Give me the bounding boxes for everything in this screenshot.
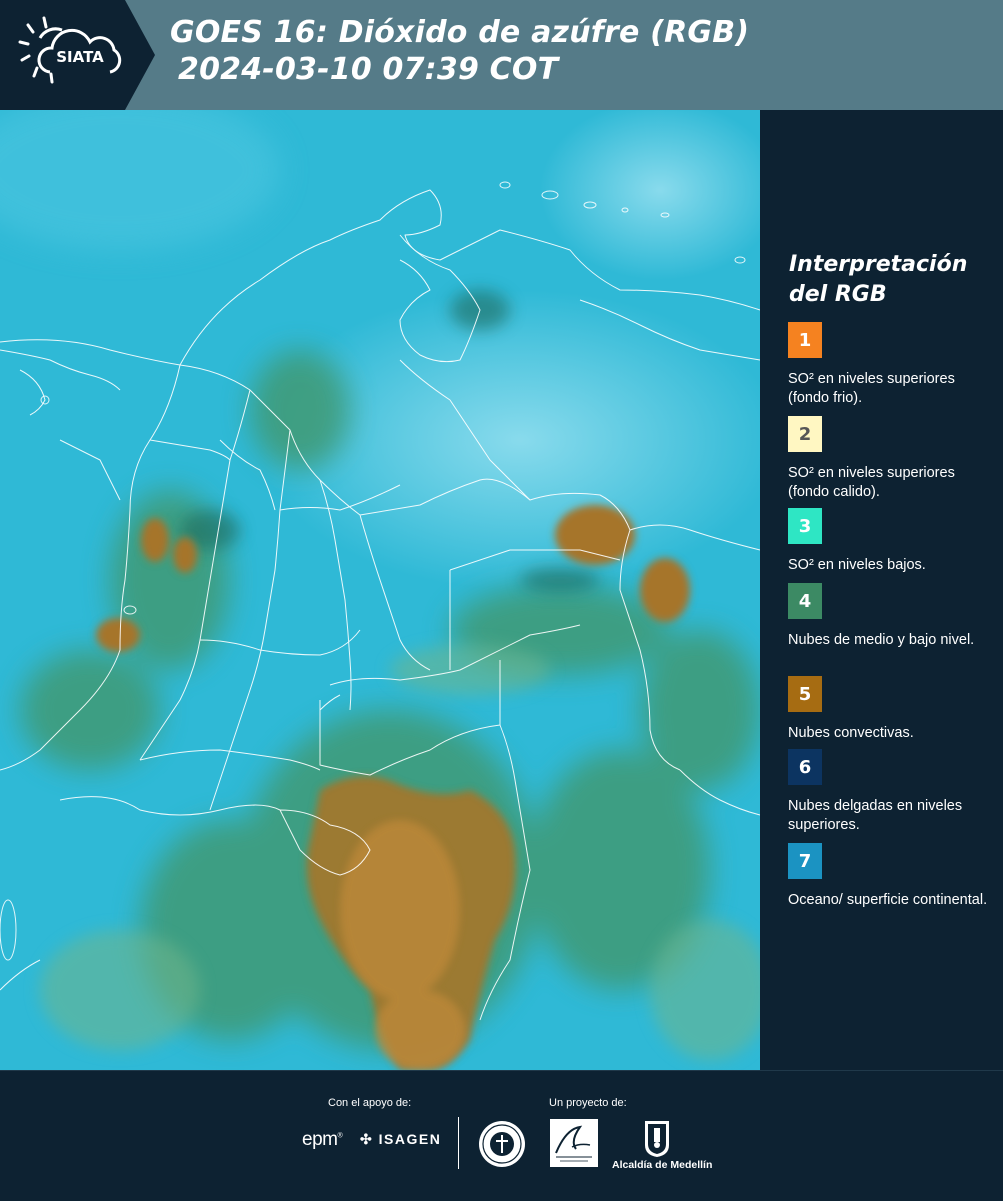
legend-text: Nubes delgadas en niveles superiores. bbox=[788, 798, 963, 833]
legend-swatch: 6 bbox=[788, 749, 822, 785]
page-title: GOES 16: Dióxido de azúfre (RGB) 2024-03… bbox=[170, 14, 749, 88]
legend-text: Nubes convectivas. bbox=[788, 725, 914, 741]
epm-logo[interactable]: epm® bbox=[302, 1129, 343, 1151]
legend-swatch: 1 bbox=[788, 322, 822, 358]
area-metropolitana-logo[interactable] bbox=[550, 1119, 598, 1167]
area-metropolitana-icon bbox=[555, 1125, 592, 1162]
legend-panel: Interpretación del RGB 1 SO² en niveles … bbox=[760, 110, 1003, 1070]
isagen-mark-icon: ✣ bbox=[360, 1131, 374, 1147]
alcaldia-medellin-logo[interactable]: Alcaldía de Medellín bbox=[612, 1119, 712, 1171]
legend-item: 4 Nubes de medio y bajo nivel. bbox=[788, 583, 993, 650]
legend-text: SO² en niveles bajos. bbox=[788, 557, 926, 573]
siata-logo-icon: SIATA bbox=[0, 0, 155, 110]
medellin-seal[interactable] bbox=[477, 1119, 527, 1173]
legend-swatch: 2 bbox=[788, 416, 822, 452]
legend-item: 5 Nubes convectivas. bbox=[788, 676, 993, 743]
legend-text: SO² en niveles superiores (fondo frio). bbox=[788, 371, 955, 406]
coat-of-arms-icon bbox=[645, 1121, 669, 1157]
header-bar: SIATA GOES 16: Dióxido de azúfre (RGB) 2… bbox=[0, 0, 1003, 110]
legend-text: SO² en niveles superiores (fondo calido)… bbox=[788, 465, 955, 500]
legend-item: 2 SO² en niveles superiores (fondo calid… bbox=[788, 416, 993, 502]
isagen-logo[interactable]: ✣ ISAGEN bbox=[360, 1131, 441, 1148]
legend-swatch: 3 bbox=[788, 508, 822, 544]
legend-title: Interpretación del RGB bbox=[789, 252, 968, 307]
footer: Con el apoyo de: Un proyecto de: epm® ✣ … bbox=[0, 1070, 1003, 1201]
siata-logo-text: SIATA bbox=[56, 48, 104, 66]
legend-swatch: 5 bbox=[788, 676, 822, 712]
legend-text: Oceano/ superficie continental. bbox=[788, 892, 988, 908]
legend-swatch: 4 bbox=[788, 583, 822, 619]
satellite-map[interactable] bbox=[0, 110, 760, 1070]
project-label: Un proyecto de: bbox=[549, 1097, 627, 1109]
legend-item: 6 Nubes delgadas en niveles superiores. bbox=[788, 749, 993, 835]
goes-rgb-image bbox=[0, 110, 760, 1070]
legend-swatch: 7 bbox=[788, 843, 822, 879]
alcaldia-label: Alcaldía de Medellín bbox=[612, 1159, 713, 1171]
legend-item: 7 Oceano/ superficie continental. bbox=[788, 843, 993, 910]
seal-icon bbox=[479, 1121, 525, 1167]
legend-text: Nubes de medio y bajo nivel. bbox=[788, 632, 975, 648]
legend-item: 3 SO² en niveles bajos. bbox=[788, 508, 993, 575]
support-label: Con el apoyo de: bbox=[328, 1097, 412, 1109]
title-product: GOES 16: Dióxido de azúfre (RGB) bbox=[170, 15, 750, 50]
title-timestamp: 2024-03-10 07:39 COT bbox=[178, 52, 559, 87]
footer-divider bbox=[458, 1117, 459, 1169]
siata-logo[interactable]: SIATA bbox=[0, 0, 155, 110]
legend-item: 1 SO² en niveles superiores (fondo frio)… bbox=[788, 322, 993, 408]
